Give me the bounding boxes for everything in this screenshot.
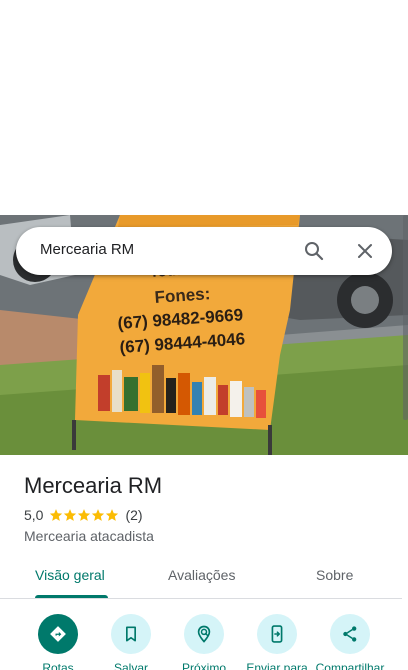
search-bar[interactable]: Mercearia RM (16, 227, 392, 275)
tab-overview[interactable]: Visão geral (35, 567, 105, 583)
send-to-phone-button[interactable] (257, 614, 297, 654)
tabs-divider (0, 598, 402, 599)
directions-label[interactable]: Rotas (38, 661, 78, 670)
star-icon (50, 509, 63, 521)
tab-about[interactable]: Sobre (316, 567, 353, 583)
rating-value: 5,0 (24, 507, 44, 523)
directions-button[interactable] (38, 614, 78, 654)
sign-text-line2: Fones: (154, 284, 211, 307)
rating-row[interactable]: 5,0 (2) (24, 507, 143, 523)
directions-icon (50, 626, 66, 642)
bookmark-icon (126, 626, 136, 642)
place-title: Mercearia RM (24, 473, 163, 498)
nearby-label[interactable]: Próximo (174, 661, 234, 670)
share-button[interactable] (330, 614, 370, 654)
search-input[interactable]: Mercearia RM (40, 241, 134, 258)
send-to-phone-icon (271, 625, 283, 643)
place-category[interactable]: Mercearia atacadista (24, 528, 154, 544)
send-to-phone-label[interactable]: Enviar para (242, 661, 312, 670)
nearby-button[interactable] (184, 614, 224, 654)
nearby-icon (197, 625, 211, 643)
close-icon[interactable] (353, 239, 377, 263)
scrollbar-thumb[interactable] (403, 215, 408, 420)
review-count[interactable]: (2) (125, 507, 142, 523)
blank-top-area (0, 0, 408, 215)
search-icon[interactable] (302, 239, 326, 263)
star-icon (92, 509, 105, 521)
star-icon (64, 509, 77, 521)
rating-stars (49, 508, 119, 522)
star-icon (106, 509, 119, 521)
tab-reviews[interactable]: Avaliações (168, 567, 235, 583)
save-button[interactable] (111, 614, 151, 654)
save-label[interactable]: Salvar (106, 661, 156, 670)
star-icon (78, 509, 91, 521)
share-icon (343, 626, 357, 642)
share-label[interactable]: Compartilhar (312, 661, 388, 670)
